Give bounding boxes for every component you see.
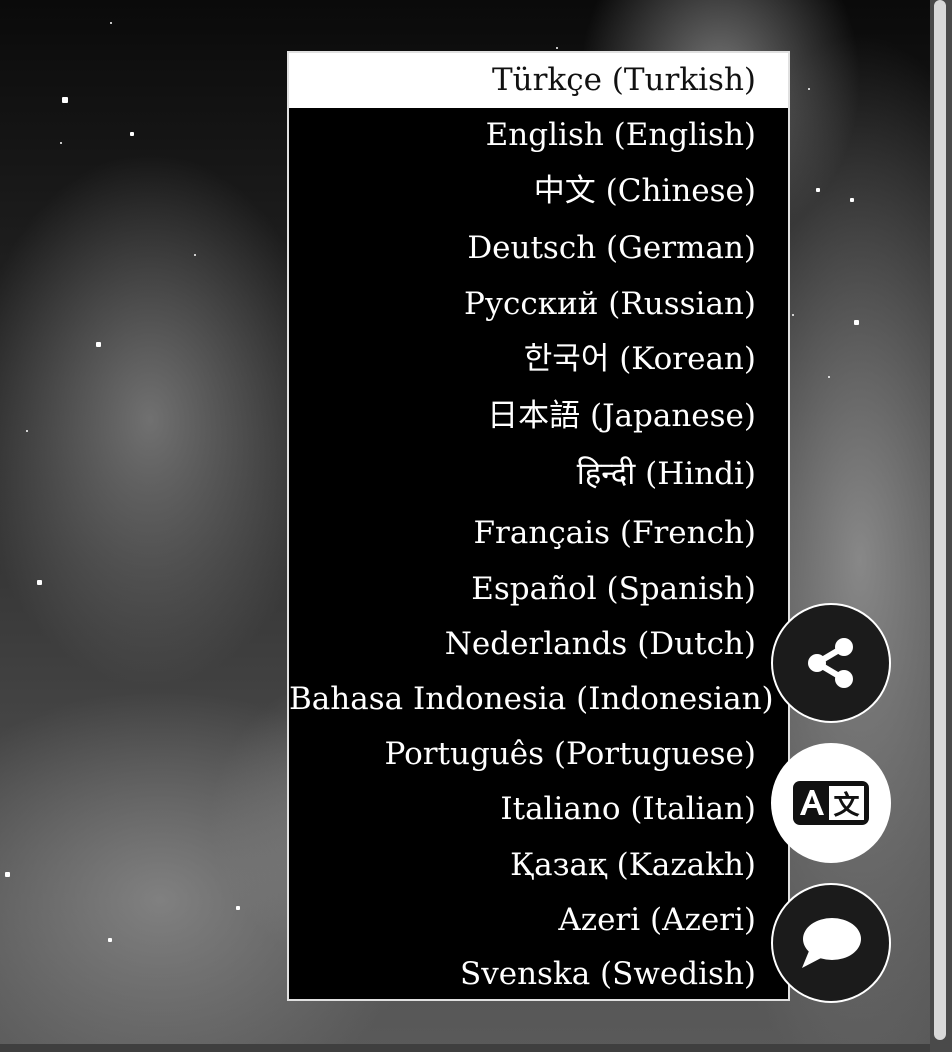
star-decoration — [108, 938, 112, 942]
language-option[interactable]: Русский (Russian) — [289, 277, 788, 332]
share-button[interactable] — [771, 603, 891, 723]
language-option-label: Português (Portuguese) — [384, 736, 756, 772]
language-option[interactable]: हिन्दी (Hindi) — [289, 447, 788, 502]
chat-button[interactable] — [771, 883, 891, 1003]
language-option[interactable]: English (English) — [289, 108, 788, 163]
language-option[interactable]: 中文 (Chinese) — [289, 164, 788, 219]
language-option[interactable]: Italiano (Italian) — [289, 782, 788, 837]
language-option[interactable]: Türkçe (Turkish) — [289, 53, 788, 108]
language-option[interactable]: Azeri (Azeri) — [289, 893, 788, 948]
language-option-label: Azeri (Azeri) — [558, 902, 756, 938]
language-option[interactable]: Deutsch (German) — [289, 221, 788, 276]
svg-text:文: 文 — [833, 790, 860, 821]
language-dropdown-menu[interactable]: Türkçe (Turkish) English (English) 中文 (Chi… — [287, 51, 790, 1001]
language-option-label: 日本語 (Japanese) — [487, 398, 756, 434]
language-option-label: Bahasa Indonesia (Indonesian) — [289, 681, 774, 717]
star-decoration — [828, 376, 830, 378]
star-decoration — [130, 132, 134, 136]
language-option-label: Italiano (Italian) — [500, 791, 756, 827]
share-icon — [803, 635, 859, 691]
language-option-label: Français (French) — [473, 515, 756, 551]
scrollbar-thumb[interactable] — [934, 0, 946, 1040]
page-background: Türkçe (Turkish) English (English) 中文 (Chi… — [0, 0, 952, 1052]
language-option[interactable]: 한국어 (Korean) — [289, 332, 788, 387]
star-decoration — [194, 254, 196, 256]
language-option-label: हिन्दी (Hindi) — [576, 456, 756, 492]
translate-button[interactable]: 文 — [771, 743, 891, 863]
language-option-label: Deutsch (German) — [467, 230, 756, 266]
language-option[interactable]: Español (Spanish) — [289, 562, 788, 617]
star-decoration — [5, 872, 10, 877]
language-option[interactable]: Français (French) — [289, 506, 788, 561]
language-option[interactable]: 日本語 (Japanese) — [289, 389, 788, 444]
chat-bubble-icon — [799, 915, 863, 971]
translate-icon: 文 — [791, 778, 871, 828]
language-option[interactable]: Nederlands (Dutch) — [289, 617, 788, 672]
star-decoration — [236, 906, 240, 910]
language-option-label: Қазақ (Kazakh) — [510, 847, 756, 883]
star-decoration — [556, 47, 558, 49]
star-decoration — [62, 97, 68, 103]
star-decoration — [37, 580, 42, 585]
language-option[interactable]: Қазақ (Kazakh) — [289, 838, 788, 893]
language-option[interactable]: Português (Portuguese) — [289, 727, 788, 782]
star-decoration — [26, 430, 28, 432]
language-option[interactable]: Svenska (Swedish) — [289, 947, 788, 1002]
language-option[interactable]: Bahasa Indonesia (Indonesian) — [289, 672, 788, 727]
language-option-label: 한국어 (Korean) — [523, 341, 756, 377]
star-decoration — [110, 22, 112, 24]
star-decoration — [808, 88, 810, 90]
language-option-label: Español (Spanish) — [471, 571, 756, 607]
language-option-label: English (English) — [485, 117, 756, 153]
language-option-label: Svenska (Swedish) — [459, 956, 756, 992]
star-decoration — [854, 320, 859, 325]
star-decoration — [816, 188, 820, 192]
star-decoration — [792, 314, 794, 316]
star-decoration — [96, 342, 101, 347]
language-option-label: Русский (Russian) — [463, 286, 756, 322]
star-decoration — [60, 142, 62, 144]
horizontal-scrollbar-track — [0, 1044, 930, 1052]
language-option-label: Türkçe (Turkish) — [491, 62, 756, 98]
language-option-label: 中文 (Chinese) — [533, 173, 756, 209]
star-decoration — [850, 198, 854, 202]
language-option-label: Nederlands (Dutch) — [444, 626, 756, 662]
